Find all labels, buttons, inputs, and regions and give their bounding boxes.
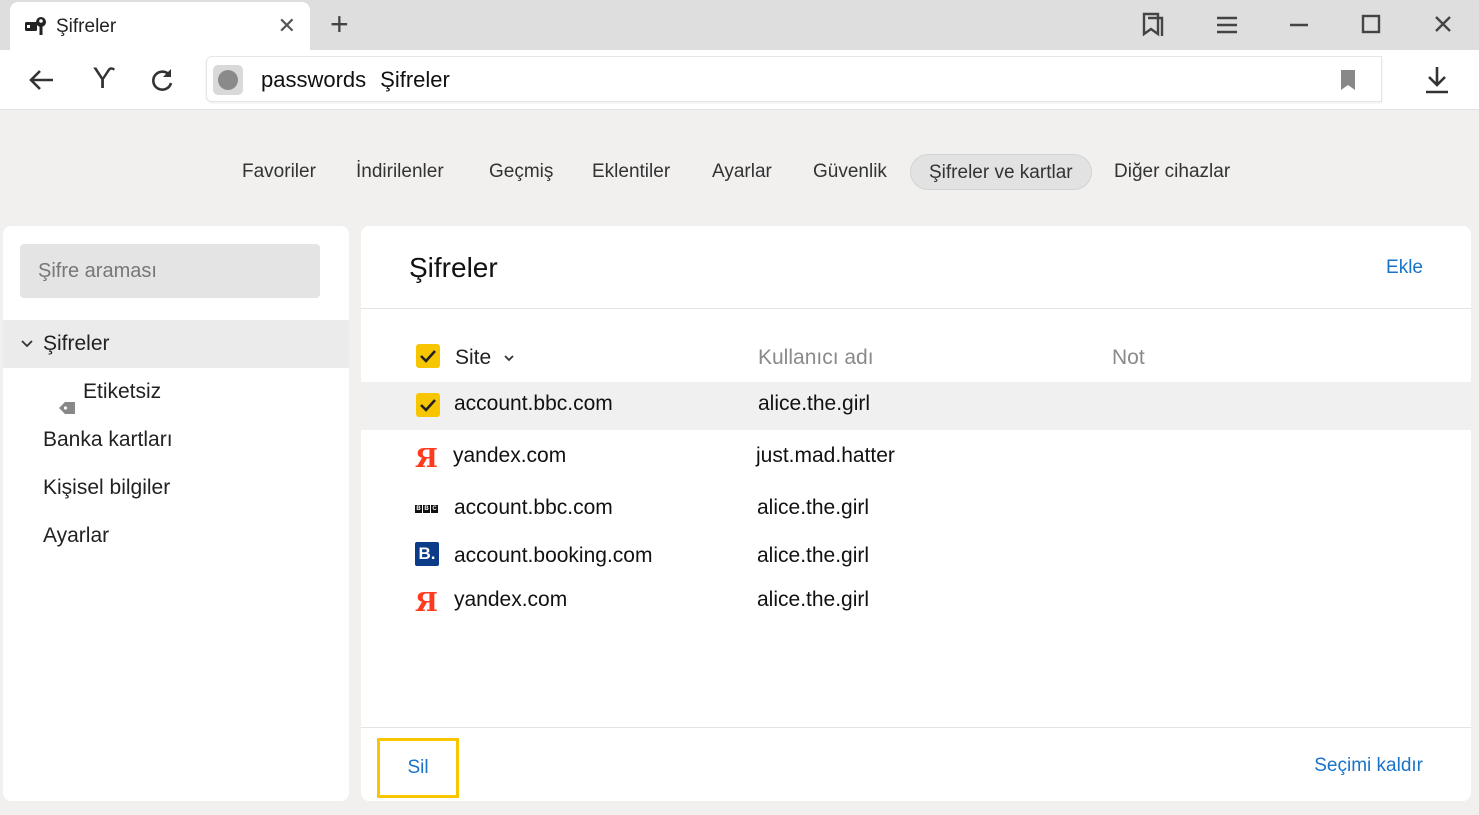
back-arrow-icon[interactable] bbox=[26, 64, 58, 96]
title-bar: Şifreler ✕ + bbox=[0, 0, 1479, 50]
table-row[interactable]: BBC account.bbc.com alice.the.girl bbox=[361, 486, 1471, 534]
browser-tab[interactable]: Şifreler ✕ bbox=[10, 2, 310, 50]
sidebar-item-label: Kişisel bilgiler bbox=[43, 476, 171, 499]
tab-other-devices[interactable]: Diğer cihazlar bbox=[1096, 154, 1248, 190]
page-title: Şifreler bbox=[409, 252, 498, 283]
sidebar: Şifreler Etiketsiz Banka kartları Kişise… bbox=[3, 226, 349, 801]
row-checkbox[interactable] bbox=[416, 393, 440, 417]
sidebar-item-personal-info[interactable]: Kişisel bilgiler bbox=[3, 464, 349, 512]
minimize-icon[interactable] bbox=[1283, 10, 1315, 40]
column-header-note[interactable]: Not bbox=[1112, 346, 1145, 370]
table-row[interactable]: account.bbc.com alice.the.girl bbox=[361, 382, 1471, 430]
sidebar-item-label: Şifreler bbox=[43, 332, 110, 355]
password-search-input[interactable] bbox=[20, 244, 320, 298]
delete-button[interactable]: Sil bbox=[377, 738, 459, 798]
site-cell: account.booking.com bbox=[454, 544, 653, 567]
sidebar-item-untagged[interactable]: Etiketsiz bbox=[3, 368, 349, 416]
tab-favorites[interactable]: Favoriler bbox=[224, 154, 334, 190]
booking-icon: B. bbox=[415, 542, 441, 568]
username-cell: alice.the.girl bbox=[758, 392, 871, 415]
site-cell: yandex.com bbox=[453, 444, 567, 467]
username-cell: alice.the.girl bbox=[757, 496, 870, 519]
bookmarks-panel-icon[interactable] bbox=[1138, 10, 1170, 40]
username-cell: just.mad.hatter bbox=[756, 444, 895, 467]
bookmark-icon[interactable] bbox=[1339, 69, 1357, 96]
sidebar-item-label: Banka kartları bbox=[43, 428, 173, 451]
site-cell: account.bbc.com bbox=[454, 496, 613, 519]
add-password-link[interactable]: Ekle bbox=[1386, 257, 1423, 279]
address-text[interactable]: passwords Şifreler bbox=[261, 67, 450, 93]
site-cell: account.bbc.com bbox=[454, 392, 613, 415]
address-page-title: Şifreler bbox=[380, 67, 450, 92]
chevron-down-icon bbox=[503, 346, 515, 370]
tab-title: Şifreler bbox=[56, 16, 117, 37]
maximize-icon[interactable] bbox=[1355, 10, 1387, 40]
site-cell: yandex.com bbox=[454, 588, 568, 611]
table-row[interactable]: B. account.booking.com alice.the.girl bbox=[361, 534, 1471, 582]
menu-icon[interactable] bbox=[1211, 10, 1243, 40]
download-icon[interactable] bbox=[1421, 64, 1453, 96]
username-cell: alice.the.girl bbox=[757, 588, 870, 611]
address-url: passwords bbox=[261, 67, 367, 92]
column-header-username[interactable]: Kullanıcı adı bbox=[758, 346, 874, 370]
table-row[interactable]: Я yandex.com just.mad.hatter bbox=[361, 434, 1471, 482]
navigation-bar: ϒ passwords Şifreler bbox=[0, 50, 1479, 110]
yandex-icon: Я bbox=[415, 588, 438, 618]
new-tab-button[interactable]: + bbox=[330, 6, 349, 42]
table-row[interactable]: Я yandex.com alice.the.girl bbox=[361, 578, 1471, 626]
username-cell: alice.the.girl bbox=[757, 544, 870, 567]
sidebar-item-bank-cards[interactable]: Banka kartları bbox=[3, 416, 349, 464]
settings-top-menu: Favoriler İndirilenler Geçmiş Eklentiler… bbox=[0, 150, 1479, 194]
bbc-icon: BBC bbox=[415, 505, 438, 513]
column-header-site-label: Site bbox=[455, 346, 492, 369]
close-icon[interactable] bbox=[1427, 10, 1459, 40]
passwords-panel: Şifreler Ekle Site Kullanıcı adı Not acc… bbox=[361, 226, 1471, 801]
sidebar-item-label: Etiketsiz bbox=[83, 380, 162, 403]
divider bbox=[361, 308, 1471, 309]
select-all-checkbox[interactable] bbox=[416, 344, 440, 368]
divider bbox=[361, 727, 1471, 728]
passwords-icon bbox=[24, 16, 48, 36]
tab-settings[interactable]: Ayarlar bbox=[694, 154, 790, 190]
tab-extensions[interactable]: Eklentiler bbox=[574, 154, 688, 190]
sidebar-item-label: Ayarlar bbox=[43, 524, 110, 547]
sidebar-item-passwords[interactable]: Şifreler bbox=[3, 320, 349, 368]
tab-security[interactable]: Güvenlik bbox=[795, 154, 905, 190]
tab-downloads[interactable]: İndirilenler bbox=[338, 154, 462, 190]
deselect-link[interactable]: Seçimi kaldır bbox=[1314, 755, 1423, 777]
tab-history[interactable]: Geçmiş bbox=[471, 154, 571, 190]
tab-close-icon[interactable]: ✕ bbox=[278, 13, 296, 39]
sidebar-item-settings[interactable]: Ayarlar bbox=[3, 512, 349, 560]
site-security-icon[interactable] bbox=[213, 65, 243, 95]
yandex-icon[interactable]: ϒ bbox=[88, 64, 120, 96]
reload-icon[interactable] bbox=[146, 64, 178, 96]
address-bar[interactable]: passwords Şifreler bbox=[206, 56, 1382, 102]
tab-passwords-and-cards[interactable]: Şifreler ve kartlar bbox=[910, 154, 1092, 190]
yandex-icon: Я bbox=[415, 444, 438, 474]
column-header-site[interactable]: Site bbox=[455, 346, 515, 370]
